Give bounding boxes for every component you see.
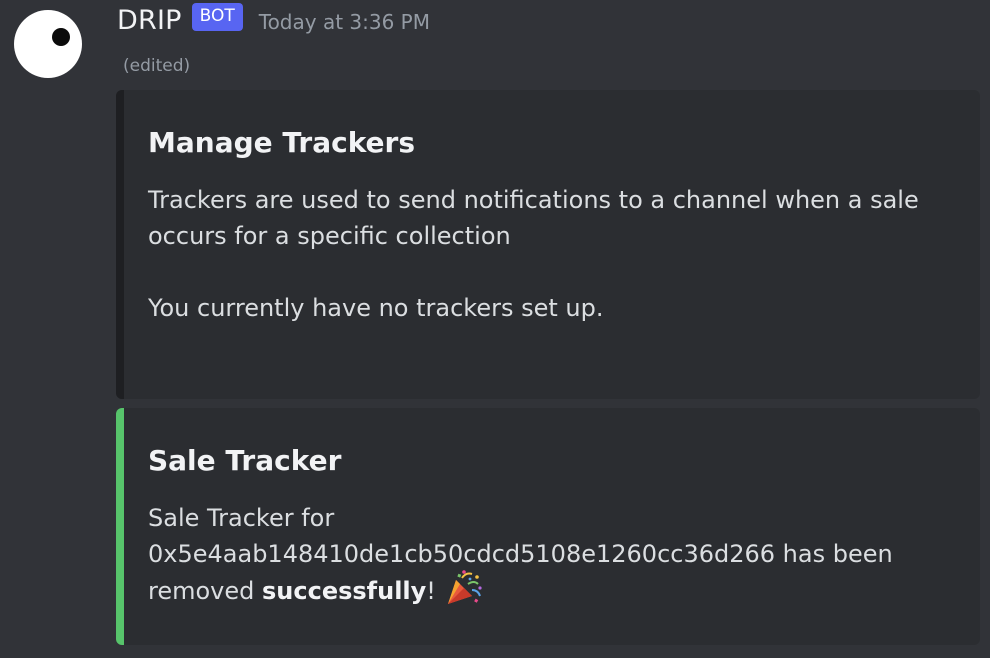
embed-title: Manage Trackers xyxy=(148,126,416,159)
embed-description: Trackers are used to send notifications … xyxy=(148,182,950,326)
embed-description: Sale Tracker for 0x5e4aab148410de1cb50cd… xyxy=(148,500,950,612)
edited-label: (edited) xyxy=(123,56,191,76)
avatar-eye xyxy=(52,28,70,46)
embed-description-text: Sale Tracker for 0x5e4aab148410de1cb50cd… xyxy=(148,504,893,605)
message-timestamp[interactable]: Today at 3:36 PM xyxy=(259,10,430,34)
party-popper-icon xyxy=(444,568,484,608)
embed-accent-bar xyxy=(116,408,124,645)
embed-title: Sale Tracker xyxy=(148,444,342,477)
embed-description-line: Trackers are used to send notifications … xyxy=(148,186,919,250)
embed-sale-tracker: Sale Tracker Sale Tracker for 0x5e4aab14… xyxy=(116,408,980,645)
chat-message: DRIP BOT Today at 3:36 PM (edited) Manag… xyxy=(0,0,990,658)
message-header: DRIP BOT Today at 3:36 PM xyxy=(117,2,430,38)
bot-badge: BOT xyxy=(191,3,243,31)
embed-manage-trackers: Manage Trackers Trackers are used to sen… xyxy=(116,90,980,399)
author-name[interactable]: DRIP xyxy=(117,5,182,36)
embed-description-suffix: ! xyxy=(426,577,436,605)
embed-description-line: You currently have no trackers set up. xyxy=(148,294,604,322)
embed-description-bold: successfully xyxy=(262,577,427,605)
embed-accent-bar xyxy=(116,90,124,399)
bot-avatar[interactable] xyxy=(14,10,82,78)
